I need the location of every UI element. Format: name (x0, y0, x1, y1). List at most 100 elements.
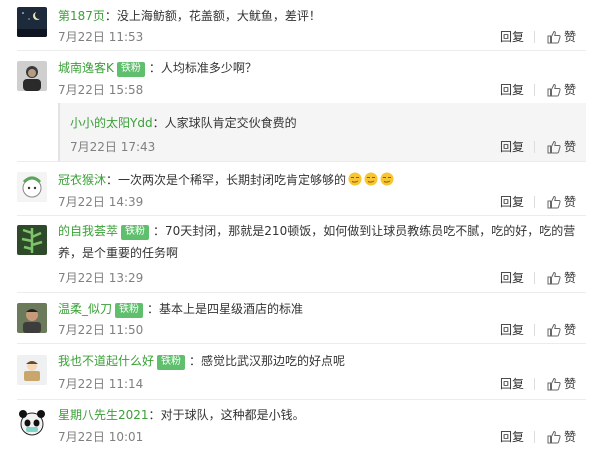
username-link[interactable]: 第187页 (58, 9, 105, 23)
reply-button[interactable]: 回复 (500, 195, 524, 209)
smirk-emoji-icon (364, 172, 378, 186)
username-link[interactable]: 星期八先生2021 (58, 408, 149, 422)
divider (17, 343, 586, 344)
like-button[interactable]: 赞 (547, 30, 576, 44)
thumbs-up-icon (547, 195, 561, 209)
thumbs-up-icon (547, 83, 561, 97)
thumbs-up-icon (547, 271, 561, 285)
username-link[interactable]: 城南逸客K (58, 61, 114, 75)
avatar[interactable] (17, 408, 47, 438)
comment-body: 城南逸客K 铁粉 ：人均标准多少啊？ (58, 60, 257, 77)
sub-reply: 小小的太阳Ydd：人家球队肯定交伙食费的 7月22日 17:43 回复 赞 (58, 103, 586, 161)
action-separator (533, 431, 535, 443)
colon: ： (189, 354, 202, 368)
reply-button[interactable]: 回复 (500, 430, 524, 444)
thumbs-up-icon (547, 323, 561, 337)
like-label: 赞 (563, 323, 576, 337)
comment-body: 冠衣猴沐：一次两次是个稀罕，长期封闭吃肯定够够的 (58, 172, 394, 188)
fan-badge: 铁粉 (115, 303, 144, 318)
sub-reply-actions: 回复 赞 (500, 138, 576, 155)
comment-actions: 回复 赞 (500, 323, 576, 337)
smirk-emoji-icon (380, 172, 394, 186)
sub-reply-body: 小小的太阳Ydd：人家球队肯定交伙食费的 (70, 114, 297, 131)
like-button[interactable]: 赞 (547, 430, 576, 444)
comment-text: 没上海鲂额，花盖额，大鱿鱼，差评！ (116, 9, 321, 23)
reply-button[interactable]: 回复 (500, 138, 524, 155)
comment-body: 的自我荟萃 铁粉 ：70天封闭，那就是210顿饭，如何做到让球员教练员吃不腻，吃的好… (58, 220, 578, 264)
comment-text: 感觉比武汉那边吃的好点呢 (201, 354, 346, 368)
divider (17, 292, 586, 293)
comment-time: 7月22日 13:29 (58, 271, 144, 285)
avatar[interactable] (17, 355, 47, 385)
avatar[interactable] (17, 303, 47, 333)
colon: ： (106, 173, 119, 187)
action-separator (533, 84, 535, 96)
colon: ： (152, 116, 165, 130)
like-label: 赞 (563, 140, 576, 154)
reply-button[interactable]: 回复 (500, 30, 524, 44)
like-label: 赞 (563, 377, 576, 391)
reply-button[interactable]: 回复 (500, 377, 524, 391)
comment-text: 基本上是四星级酒店的标准 (159, 302, 304, 316)
like-label: 赞 (563, 30, 576, 44)
smirk-emoji-icon (348, 172, 362, 186)
username-link[interactable]: 温柔_似刀 (58, 302, 112, 316)
reply-button[interactable]: 回复 (500, 323, 524, 337)
comment-time: 7月22日 11:50 (58, 323, 144, 337)
like-button[interactable]: 赞 (547, 195, 576, 209)
colon: ： (147, 302, 160, 316)
comment-time: 7月22日 15:58 (58, 83, 144, 97)
comment-body: 我也不道起什么好 铁粉 ：感觉比武汉那边吃的好点呢 (58, 353, 345, 370)
avatar[interactable] (17, 61, 47, 91)
comment-actions: 回复 赞 (500, 83, 576, 97)
comment-actions: 回复 赞 (500, 271, 576, 285)
username-link[interactable]: 小小的太阳Ydd (70, 116, 153, 130)
comment-time: 7月22日 10:01 (58, 430, 144, 444)
reply-button[interactable]: 回复 (500, 271, 524, 285)
fan-badge: 铁粉 (116, 62, 145, 77)
like-label: 赞 (563, 271, 576, 285)
like-button[interactable]: 赞 (547, 271, 576, 285)
avatar[interactable] (17, 172, 47, 202)
action-separator (533, 378, 535, 390)
thumbs-up-icon (547, 140, 561, 153)
like-button[interactable]: 赞 (547, 83, 576, 97)
action-separator (533, 140, 535, 153)
comment-time: 7月22日 11:53 (58, 30, 144, 44)
like-label: 赞 (563, 430, 576, 444)
username-link[interactable]: 的自我荟萃 (58, 224, 118, 238)
comment-text: 一次两次是个稀罕，长期封闭吃肯定够够的 (118, 173, 347, 187)
avatar[interactable] (17, 225, 47, 255)
comment-actions: 回复 赞 (500, 430, 576, 444)
sub-reply-text: 人家球队肯定交伙食费的 (164, 116, 297, 130)
thumbs-up-icon (547, 430, 561, 444)
username-link[interactable]: 我也不道起什么好 (58, 354, 154, 368)
avatar[interactable] (17, 7, 47, 37)
colon: ： (148, 408, 161, 422)
action-separator (533, 324, 535, 336)
colon: ： (153, 224, 166, 238)
fan-badge: 铁粉 (121, 225, 150, 240)
thumbs-up-icon (547, 30, 561, 44)
comment-actions: 回复 赞 (500, 377, 576, 391)
fan-badge: 铁粉 (157, 355, 186, 370)
like-button[interactable]: 赞 (547, 138, 576, 155)
like-button[interactable]: 赞 (547, 377, 576, 391)
action-separator (533, 272, 535, 284)
comment-actions: 回复 赞 (500, 30, 576, 44)
like-button[interactable]: 赞 (547, 323, 576, 337)
comment-text: 对于球队，这种都是小钱。 (160, 408, 305, 422)
comment-time: 7月22日 11:14 (58, 377, 144, 391)
divider (17, 399, 586, 400)
like-label: 赞 (563, 195, 576, 209)
colon: ： (104, 9, 117, 23)
reply-button[interactable]: 回复 (500, 83, 524, 97)
comment-body: 温柔_似刀 铁粉 ：基本上是四星级酒店的标准 (58, 301, 303, 318)
like-label: 赞 (563, 83, 576, 97)
divider (17, 50, 586, 51)
comment-body: 第187页：没上海鲂额，花盖额，大鱿鱼，差评！ (58, 8, 321, 24)
comment-body: 星期八先生2021：对于球队，这种都是小钱。 (58, 407, 305, 423)
action-separator (533, 196, 535, 208)
username-link[interactable]: 冠衣猴沐 (58, 173, 106, 187)
divider (17, 215, 586, 216)
